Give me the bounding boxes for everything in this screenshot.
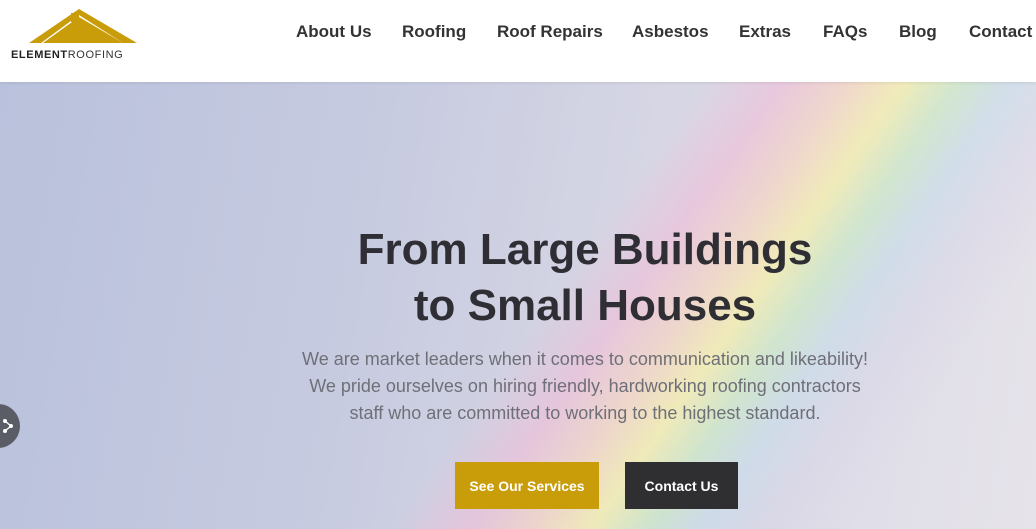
nav-roof-repairs[interactable]: Roof Repairs [497, 22, 603, 42]
nav-about-us[interactable]: About Us [296, 22, 372, 42]
logo-text-element: ELEMENT [11, 45, 68, 62]
hero-description-line: We are market leaders when it comes to c… [302, 349, 868, 369]
nav-contact[interactable]: Contact [969, 22, 1032, 42]
logo-text-roofing: ROOFING [67, 45, 124, 62]
hero-section: From Large Buildings to Small Houses We … [0, 82, 1036, 529]
hero-description-line: staff who are committed to working to th… [349, 403, 821, 423]
side-share-tab[interactable] [0, 404, 20, 448]
site-header: ELEMENTROOFING About Us Roofing Roof Rep… [0, 0, 1036, 82]
hero-title-line: From Large Buildings [357, 225, 813, 274]
logo-wordmark: ELEMENTROOFING [11, 45, 123, 62]
logo[interactable]: ELEMENTROOFING [11, 9, 163, 62]
share-icon [3, 419, 13, 433]
hero-title: From Large Buildings to Small Houses [300, 222, 870, 334]
contact-us-button[interactable]: Contact Us [625, 462, 738, 509]
nav-faqs[interactable]: FAQs [823, 22, 867, 42]
nav-roofing[interactable]: Roofing [402, 22, 466, 42]
hero-description-line: We pride ourselves on hiring friendly, h… [309, 376, 861, 396]
roof-logo-icon [29, 9, 137, 43]
see-our-services-button[interactable]: See Our Services [455, 462, 599, 509]
hero-title-line: to Small Houses [413, 281, 757, 330]
hero-description: We are market leaders when it comes to c… [270, 346, 900, 427]
nav-blog[interactable]: Blog [899, 22, 937, 42]
nav-extras[interactable]: Extras [739, 22, 791, 42]
nav-asbestos[interactable]: Asbestos [632, 22, 709, 42]
